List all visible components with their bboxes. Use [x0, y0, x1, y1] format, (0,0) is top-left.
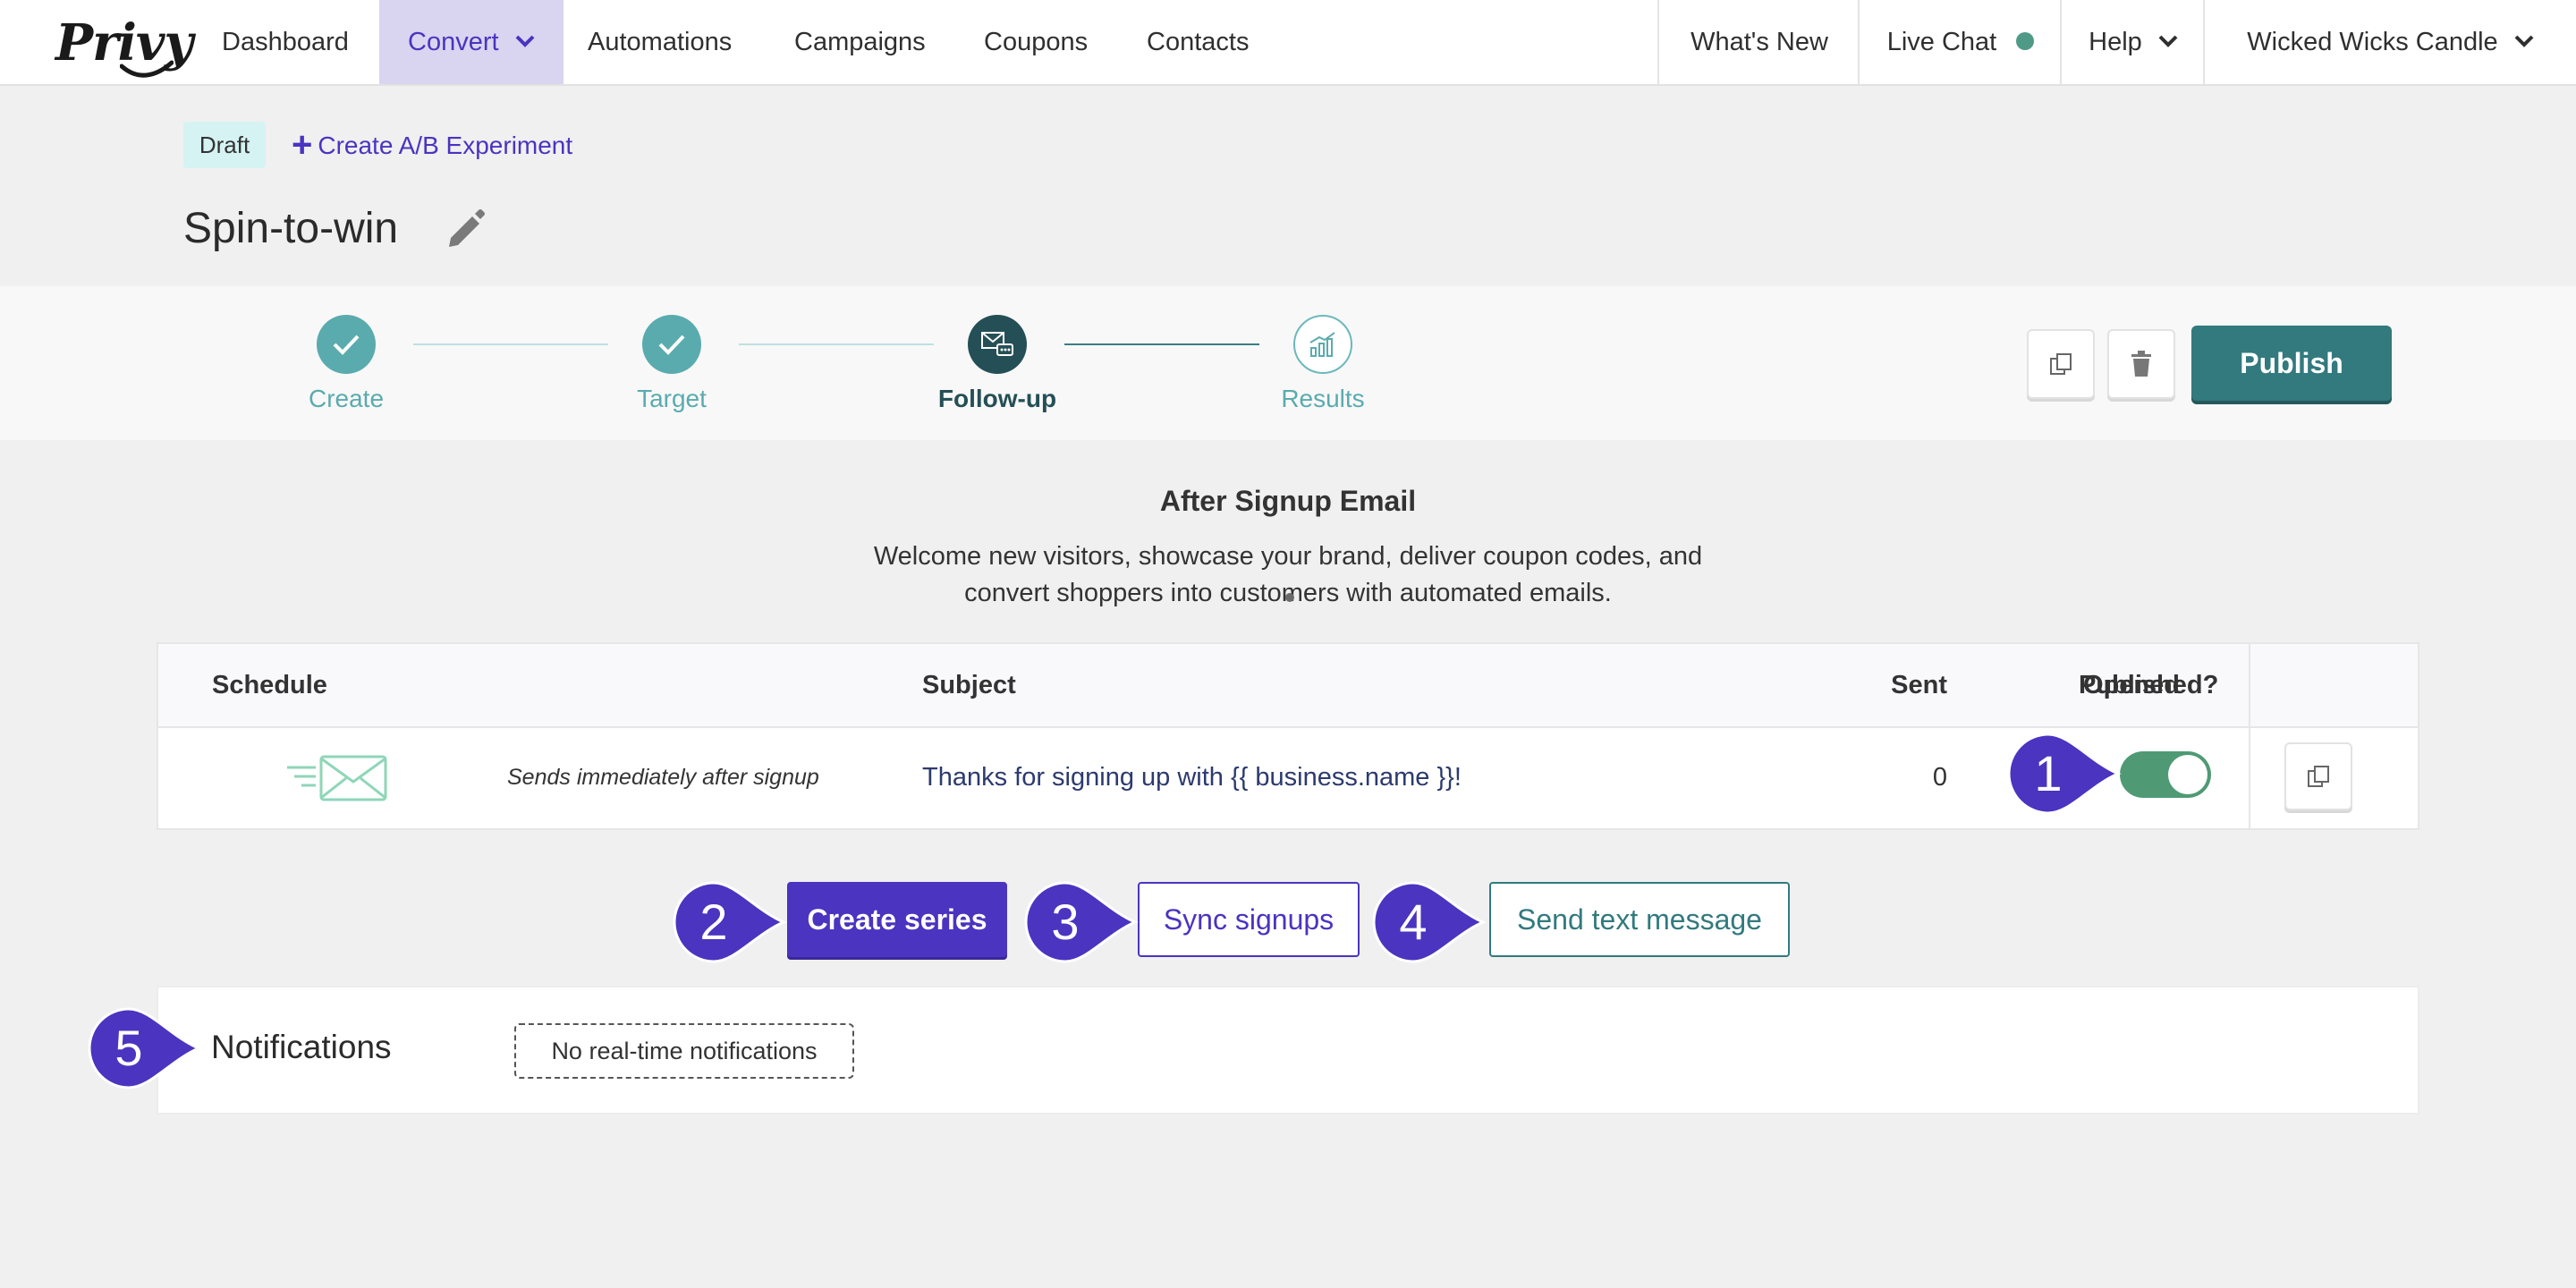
column-header-published[interactable]: Published?	[2079, 644, 2218, 726]
nav-whats-new-label: What's New	[1690, 28, 1828, 56]
publish-button[interactable]: Publish	[2191, 326, 2392, 401]
column-header-schedule[interactable]: Schedule	[212, 644, 327, 726]
logo-swoosh-icon	[120, 60, 174, 78]
nav-contacts-label: Contacts	[1147, 28, 1250, 56]
column-header-subject[interactable]: Subject	[922, 644, 1016, 726]
nav-dashboard-label: Dashboard	[222, 28, 349, 56]
step-create-circle[interactable]	[317, 315, 376, 374]
copy-icon	[2308, 766, 2329, 787]
nav-help-label: Help	[2089, 28, 2142, 56]
annotation-marker-5: 5	[88, 1007, 213, 1089]
step-target-circle[interactable]	[642, 315, 701, 374]
annotation-marker-3: 3	[1024, 881, 1149, 963]
chevron-down-icon	[2158, 35, 2178, 48]
page-title: Spin-to-win	[183, 205, 399, 252]
annotation-marker-1: 1	[2007, 733, 2132, 815]
table-header: Schedule Subject Sent Opened Published?	[158, 644, 2418, 728]
nav-help[interactable]: Help	[2060, 0, 2205, 84]
column-divider	[2249, 644, 2250, 828]
marker-number: 3	[1051, 894, 1080, 950]
step-connector	[413, 343, 608, 345]
nav-contacts[interactable]: Contacts	[1147, 0, 1249, 84]
email-chat-icon	[981, 332, 1013, 356]
plus-icon: +	[292, 125, 313, 165]
annotation-marker-4: 4	[1372, 881, 1497, 963]
top-navigation: Privy Dashboard Convert Automations Camp…	[0, 0, 2576, 86]
step-connector	[1064, 343, 1259, 345]
step-results-circle[interactable]	[1293, 315, 1352, 374]
ab-link-label: Create A/B Experiment	[318, 131, 573, 159]
create-ab-experiment-link[interactable]: + Create A/B Experiment	[292, 122, 572, 168]
nav-convert[interactable]: Convert	[379, 0, 564, 84]
published-toggle[interactable]	[2120, 751, 2211, 798]
nav-automations-label: Automations	[588, 28, 733, 56]
email-envelope-icon	[287, 755, 387, 801]
nav-account-label: Wicked Wicks Candle	[2247, 28, 2498, 56]
checkmark-icon	[333, 335, 360, 355]
marker-number: 5	[114, 1020, 143, 1076]
nav-whats-new[interactable]: What's New	[1657, 0, 1860, 84]
notifications-title: Notifications	[211, 1029, 392, 1065]
sent-count: 0	[1932, 763, 1947, 792]
bar-chart-icon	[1309, 332, 1335, 357]
step-results-label[interactable]: Results	[1233, 383, 1412, 415]
privy-logo[interactable]: Privy	[55, 9, 193, 78]
nav-campaigns-label: Campaigns	[794, 28, 926, 56]
step-connector	[739, 343, 934, 345]
status-badge: Draft	[183, 122, 266, 168]
sync-signups-button[interactable]: Sync signups	[1138, 882, 1360, 957]
marker-number: 2	[699, 894, 728, 950]
nav-automations[interactable]: Automations	[588, 0, 732, 84]
step-follow-up-label[interactable]: Follow-up	[908, 383, 1087, 415]
notifications-empty-state[interactable]: No real-time notifications	[514, 1023, 854, 1079]
delete-campaign-button[interactable]	[2107, 329, 2175, 399]
email-subject-link[interactable]: Thanks for signing up with {{ business.n…	[922, 726, 1462, 828]
chevron-down-icon	[2514, 35, 2534, 48]
create-series-button[interactable]: Create series	[787, 882, 1007, 957]
send-text-message-button[interactable]: Send text message	[1489, 882, 1790, 957]
step-follow-up-circle[interactable]	[968, 315, 1027, 374]
duplicate-campaign-button[interactable]	[2027, 329, 2095, 399]
pencil-edit-icon[interactable]	[444, 206, 488, 250]
duplicate-email-button[interactable]	[2284, 742, 2352, 810]
trash-icon	[2131, 351, 2151, 377]
toggle-knob	[2168, 755, 2207, 794]
schedule-text: Sends immediately after signup	[507, 765, 819, 790]
nav-campaigns[interactable]: Campaigns	[794, 0, 926, 84]
mouse-cursor-icon	[1285, 593, 1294, 602]
online-status-dot-icon	[2016, 32, 2035, 51]
chevron-down-icon	[515, 35, 535, 48]
stepper-band	[0, 286, 2576, 440]
column-header-sent[interactable]: Sent	[1733, 644, 1947, 726]
marker-number: 1	[2034, 745, 2063, 801]
copy-icon	[2050, 353, 2072, 375]
nav-live-chat[interactable]: Live Chat	[1858, 0, 2062, 84]
notifications-panel	[157, 986, 2419, 1114]
nav-dashboard[interactable]: Dashboard	[222, 0, 349, 84]
section-title: After Signup Email	[1159, 485, 1417, 517]
nav-convert-label: Convert	[408, 28, 499, 56]
marker-number: 4	[1399, 894, 1428, 950]
nav-live-chat-label: Live Chat	[1886, 28, 1997, 56]
nav-account-menu[interactable]: Wicked Wicks Candle	[2203, 0, 2576, 84]
annotation-marker-2: 2	[673, 881, 798, 963]
nav-coupons-label: Coupons	[984, 28, 1089, 56]
step-target-label[interactable]: Target	[582, 383, 761, 415]
checkmark-icon	[658, 335, 685, 355]
nav-coupons[interactable]: Coupons	[984, 0, 1088, 84]
step-create-label[interactable]: Create	[257, 383, 436, 415]
